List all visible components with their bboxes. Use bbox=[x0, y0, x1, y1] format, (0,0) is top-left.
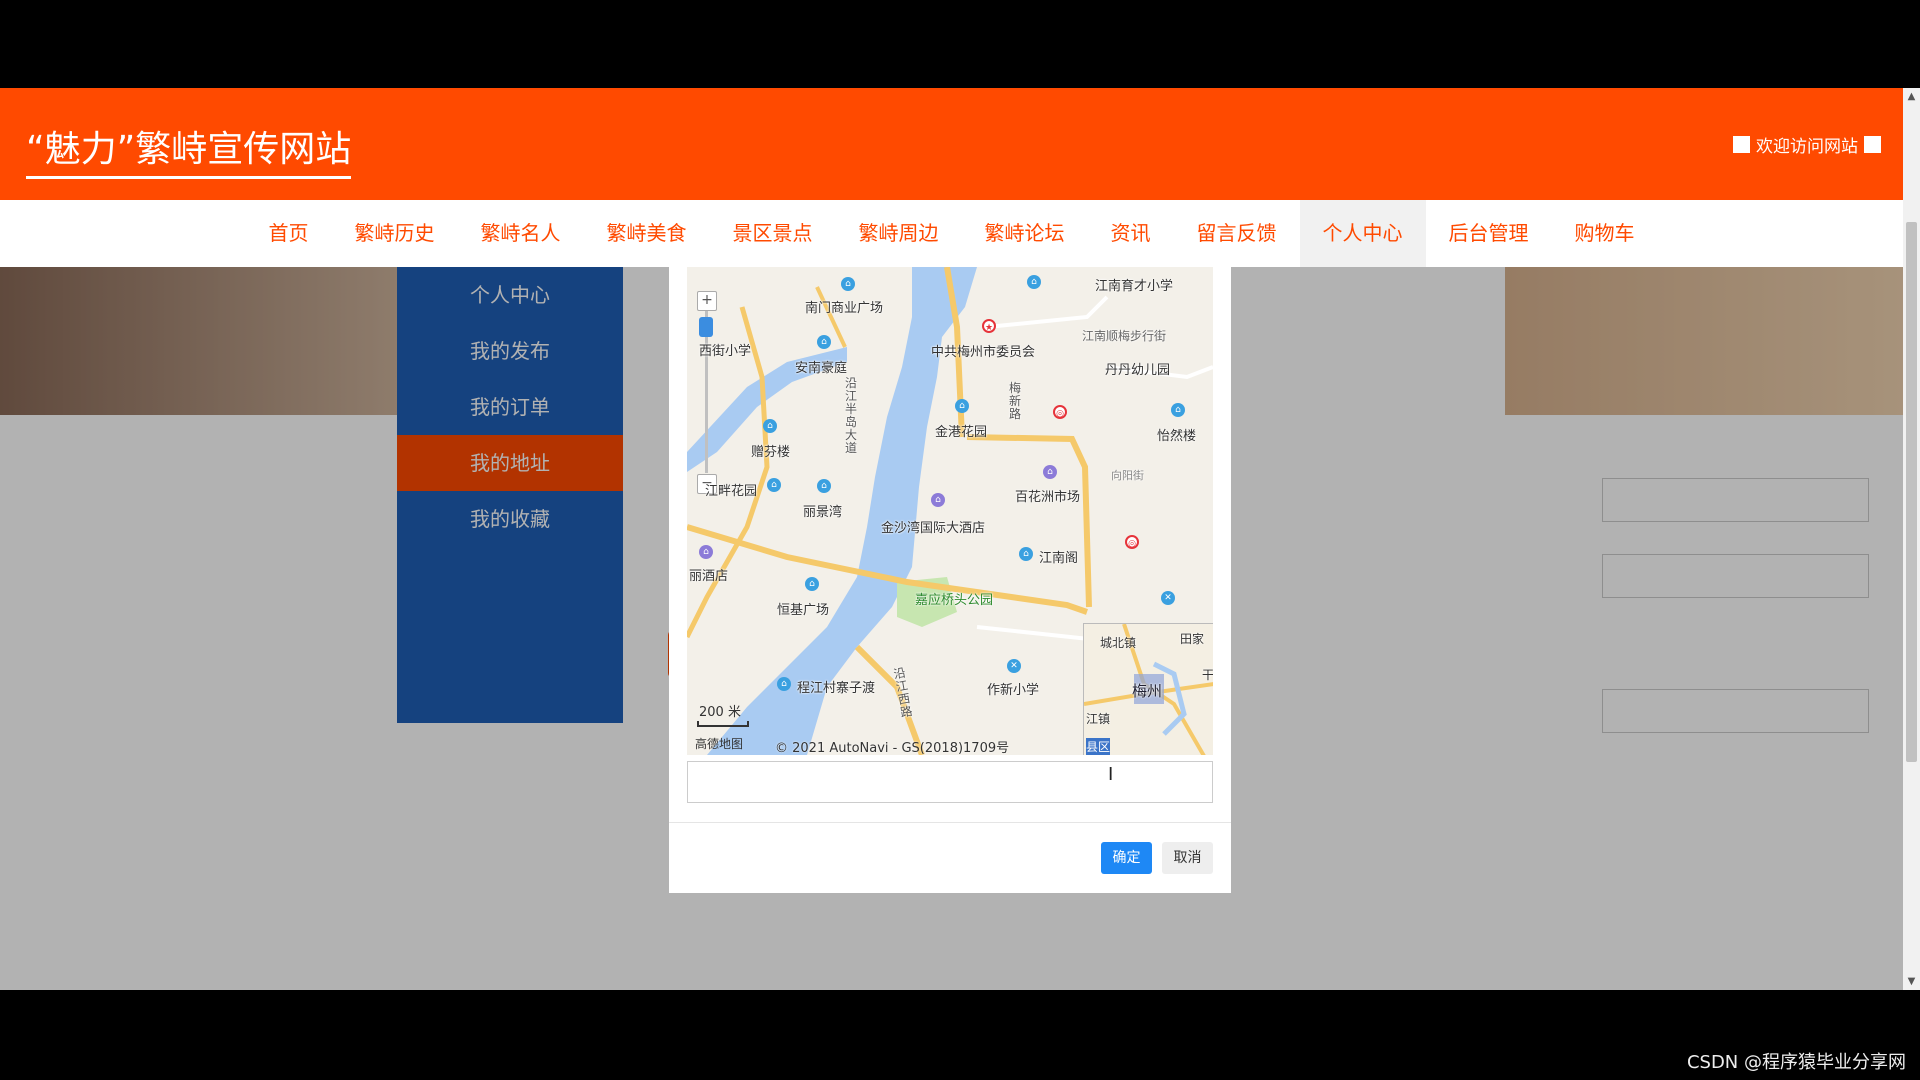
poi-marker-icon[interactable]: ⌂ bbox=[955, 399, 969, 413]
overview-minimap[interactable]: 城北镇 田家 梅州 江镇 县区 干 bbox=[1083, 623, 1213, 755]
poi-label[interactable]: 百花洲市场 bbox=[1015, 486, 1080, 505]
poi-label[interactable]: 中共梅州市委员会 bbox=[931, 341, 1035, 360]
poi-label[interactable]: 西街小学 bbox=[699, 340, 751, 359]
map-view[interactable]: + − ⌂ 南门商业广场 ⌂ 江南育才小学 江南顺梅步行街 ★ 中共梅州市委员会… bbox=[687, 267, 1213, 755]
zoom-slider-handle[interactable] bbox=[699, 317, 713, 337]
cancel-button[interactable]: 取消 bbox=[1162, 842, 1213, 874]
poi-label[interactable]: 南门商业广场 bbox=[805, 297, 883, 316]
shopping-marker-icon[interactable]: ⌂ bbox=[1043, 465, 1057, 479]
road-label: 梅新路 bbox=[1009, 381, 1022, 421]
poi-label[interactable]: 丹丹幼儿园 bbox=[1105, 359, 1170, 378]
poi-label[interactable]: 江南阁 bbox=[1039, 547, 1078, 566]
poi-marker-icon[interactable]: ⌂ bbox=[817, 335, 831, 349]
road-label: 向阳街 bbox=[1111, 469, 1144, 482]
poi-label[interactable]: 江南育才小学 bbox=[1095, 275, 1173, 294]
map-copyright: © 2021 AutoNavi - GS(2018)1709号 bbox=[775, 741, 1010, 755]
road-label: 沿江半岛大道 bbox=[845, 376, 858, 455]
school-marker-icon[interactable]: ⌂ bbox=[1027, 275, 1041, 289]
nav-item-surroundings[interactable]: 繁峙周边 bbox=[836, 200, 962, 267]
scrollbar-thumb[interactable] bbox=[1906, 222, 1917, 762]
map-scale-bar bbox=[697, 721, 749, 727]
zoom-control: + − bbox=[694, 267, 717, 494]
nav-item-celebrities[interactable]: 繁峙名人 bbox=[458, 200, 584, 267]
scroll-up-arrow-icon[interactable]: ▲ bbox=[1903, 88, 1920, 105]
poi-label[interactable]: 金港花园 bbox=[935, 421, 987, 440]
nav-item-feedback[interactable]: 留言反馈 bbox=[1174, 200, 1300, 267]
hotel-marker-icon[interactable]: ⌂ bbox=[699, 545, 713, 559]
square-icon bbox=[1733, 136, 1750, 153]
divider bbox=[669, 822, 1231, 823]
welcome-bar: 欢迎访问网站 bbox=[1733, 132, 1881, 157]
nav-item-forum[interactable]: 繁峙论坛 bbox=[962, 200, 1088, 267]
poi-label[interactable]: 金沙湾国际大酒店 bbox=[881, 517, 985, 536]
marker-icon[interactable]: ◎ bbox=[1053, 405, 1067, 419]
minimap-label: 江镇 bbox=[1086, 712, 1111, 726]
poi-marker-icon[interactable]: ⌂ bbox=[805, 577, 819, 591]
scroll-down-arrow-icon[interactable]: ▼ bbox=[1903, 973, 1920, 990]
nav-item-home[interactable]: 首页 bbox=[246, 200, 332, 267]
poi-label[interactable]: 怡然楼 bbox=[1157, 425, 1196, 444]
poi-label[interactable]: 江南顺梅步行街 bbox=[1082, 327, 1166, 344]
poi-marker-icon[interactable]: ⌂ bbox=[1019, 547, 1033, 561]
poi-label[interactable]: 恒基广场 bbox=[777, 599, 829, 618]
welcome-text: 欢迎访问网站 bbox=[1756, 137, 1858, 157]
nav-item-scenic-spots[interactable]: 景区景点 bbox=[710, 200, 836, 267]
poi-label[interactable]: 丽酒店 bbox=[689, 565, 728, 584]
minimap-label: 城北镇 bbox=[1100, 636, 1137, 650]
watermark: CSDN @程序猿毕业分享网 bbox=[1686, 1052, 1906, 1073]
zoom-in-button[interactable]: + bbox=[697, 291, 717, 311]
park-label[interactable]: 嘉应桥头公园 bbox=[915, 589, 993, 608]
poi-marker-icon[interactable]: ⌂ bbox=[817, 479, 831, 493]
poi-marker-icon[interactable]: ⌂ bbox=[763, 419, 777, 433]
site-header: “魅力”繁峙宣传网站 欢迎访问网站 bbox=[0, 88, 1903, 200]
nav-item-personal-center[interactable]: 个人中心 bbox=[1299, 200, 1426, 267]
nav-item-news[interactable]: 资讯 bbox=[1088, 200, 1174, 267]
poi-marker-icon[interactable]: ⌂ bbox=[841, 277, 855, 291]
poi-marker-icon[interactable]: ⌂ bbox=[777, 677, 791, 691]
main-nav: 首页 繁峙历史 繁峙名人 繁峙美食 景区景点 繁峙周边 繁峙论坛 资讯 留言反馈… bbox=[0, 200, 1903, 267]
poi-label[interactable]: 作新小学 bbox=[987, 679, 1039, 698]
confirm-button[interactable]: 确定 bbox=[1101, 842, 1152, 874]
poi-marker-icon[interactable]: ⌂ bbox=[1171, 403, 1185, 417]
hotel-marker-icon[interactable]: ⌂ bbox=[931, 493, 945, 507]
minimap-label: 梅州 bbox=[1132, 682, 1163, 700]
poi-label[interactable]: 程江村寨子渡 bbox=[797, 677, 875, 696]
text-cursor-icon: I bbox=[1108, 764, 1114, 785]
address-input[interactable] bbox=[687, 761, 1213, 803]
school-marker-icon[interactable]: ✕ bbox=[1161, 591, 1175, 605]
nav-item-admin[interactable]: 后台管理 bbox=[1426, 200, 1552, 267]
site-logo[interactable]: “魅力”繁峙宣传网站 bbox=[26, 120, 352, 179]
government-marker-icon[interactable]: ★ bbox=[982, 319, 996, 333]
poi-label[interactable]: 丽景湾 bbox=[803, 501, 842, 520]
school-marker-icon[interactable]: ✕ bbox=[1007, 659, 1021, 673]
square-icon bbox=[1864, 136, 1881, 153]
minimap-label: 田家 bbox=[1180, 632, 1205, 646]
poi-marker-icon[interactable]: ⌂ bbox=[767, 478, 781, 492]
poi-label[interactable]: 安南豪庭 bbox=[795, 357, 847, 376]
minimap-label: 干 bbox=[1202, 668, 1213, 682]
nav-item-history[interactable]: 繁峙历史 bbox=[332, 200, 458, 267]
poi-label[interactable]: 江畔花园 bbox=[705, 480, 757, 499]
nav-item-cart[interactable]: 购物车 bbox=[1552, 200, 1658, 267]
poi-label[interactable]: 赠芬楼 bbox=[751, 441, 790, 460]
map-scale: 200 米 bbox=[699, 705, 741, 720]
minimap-label: 县区 bbox=[1086, 738, 1111, 755]
marker-icon[interactable]: ◎ bbox=[1125, 535, 1139, 549]
nav-item-food[interactable]: 繁峙美食 bbox=[584, 200, 710, 267]
amap-logo: 高德地图 bbox=[695, 737, 744, 751]
